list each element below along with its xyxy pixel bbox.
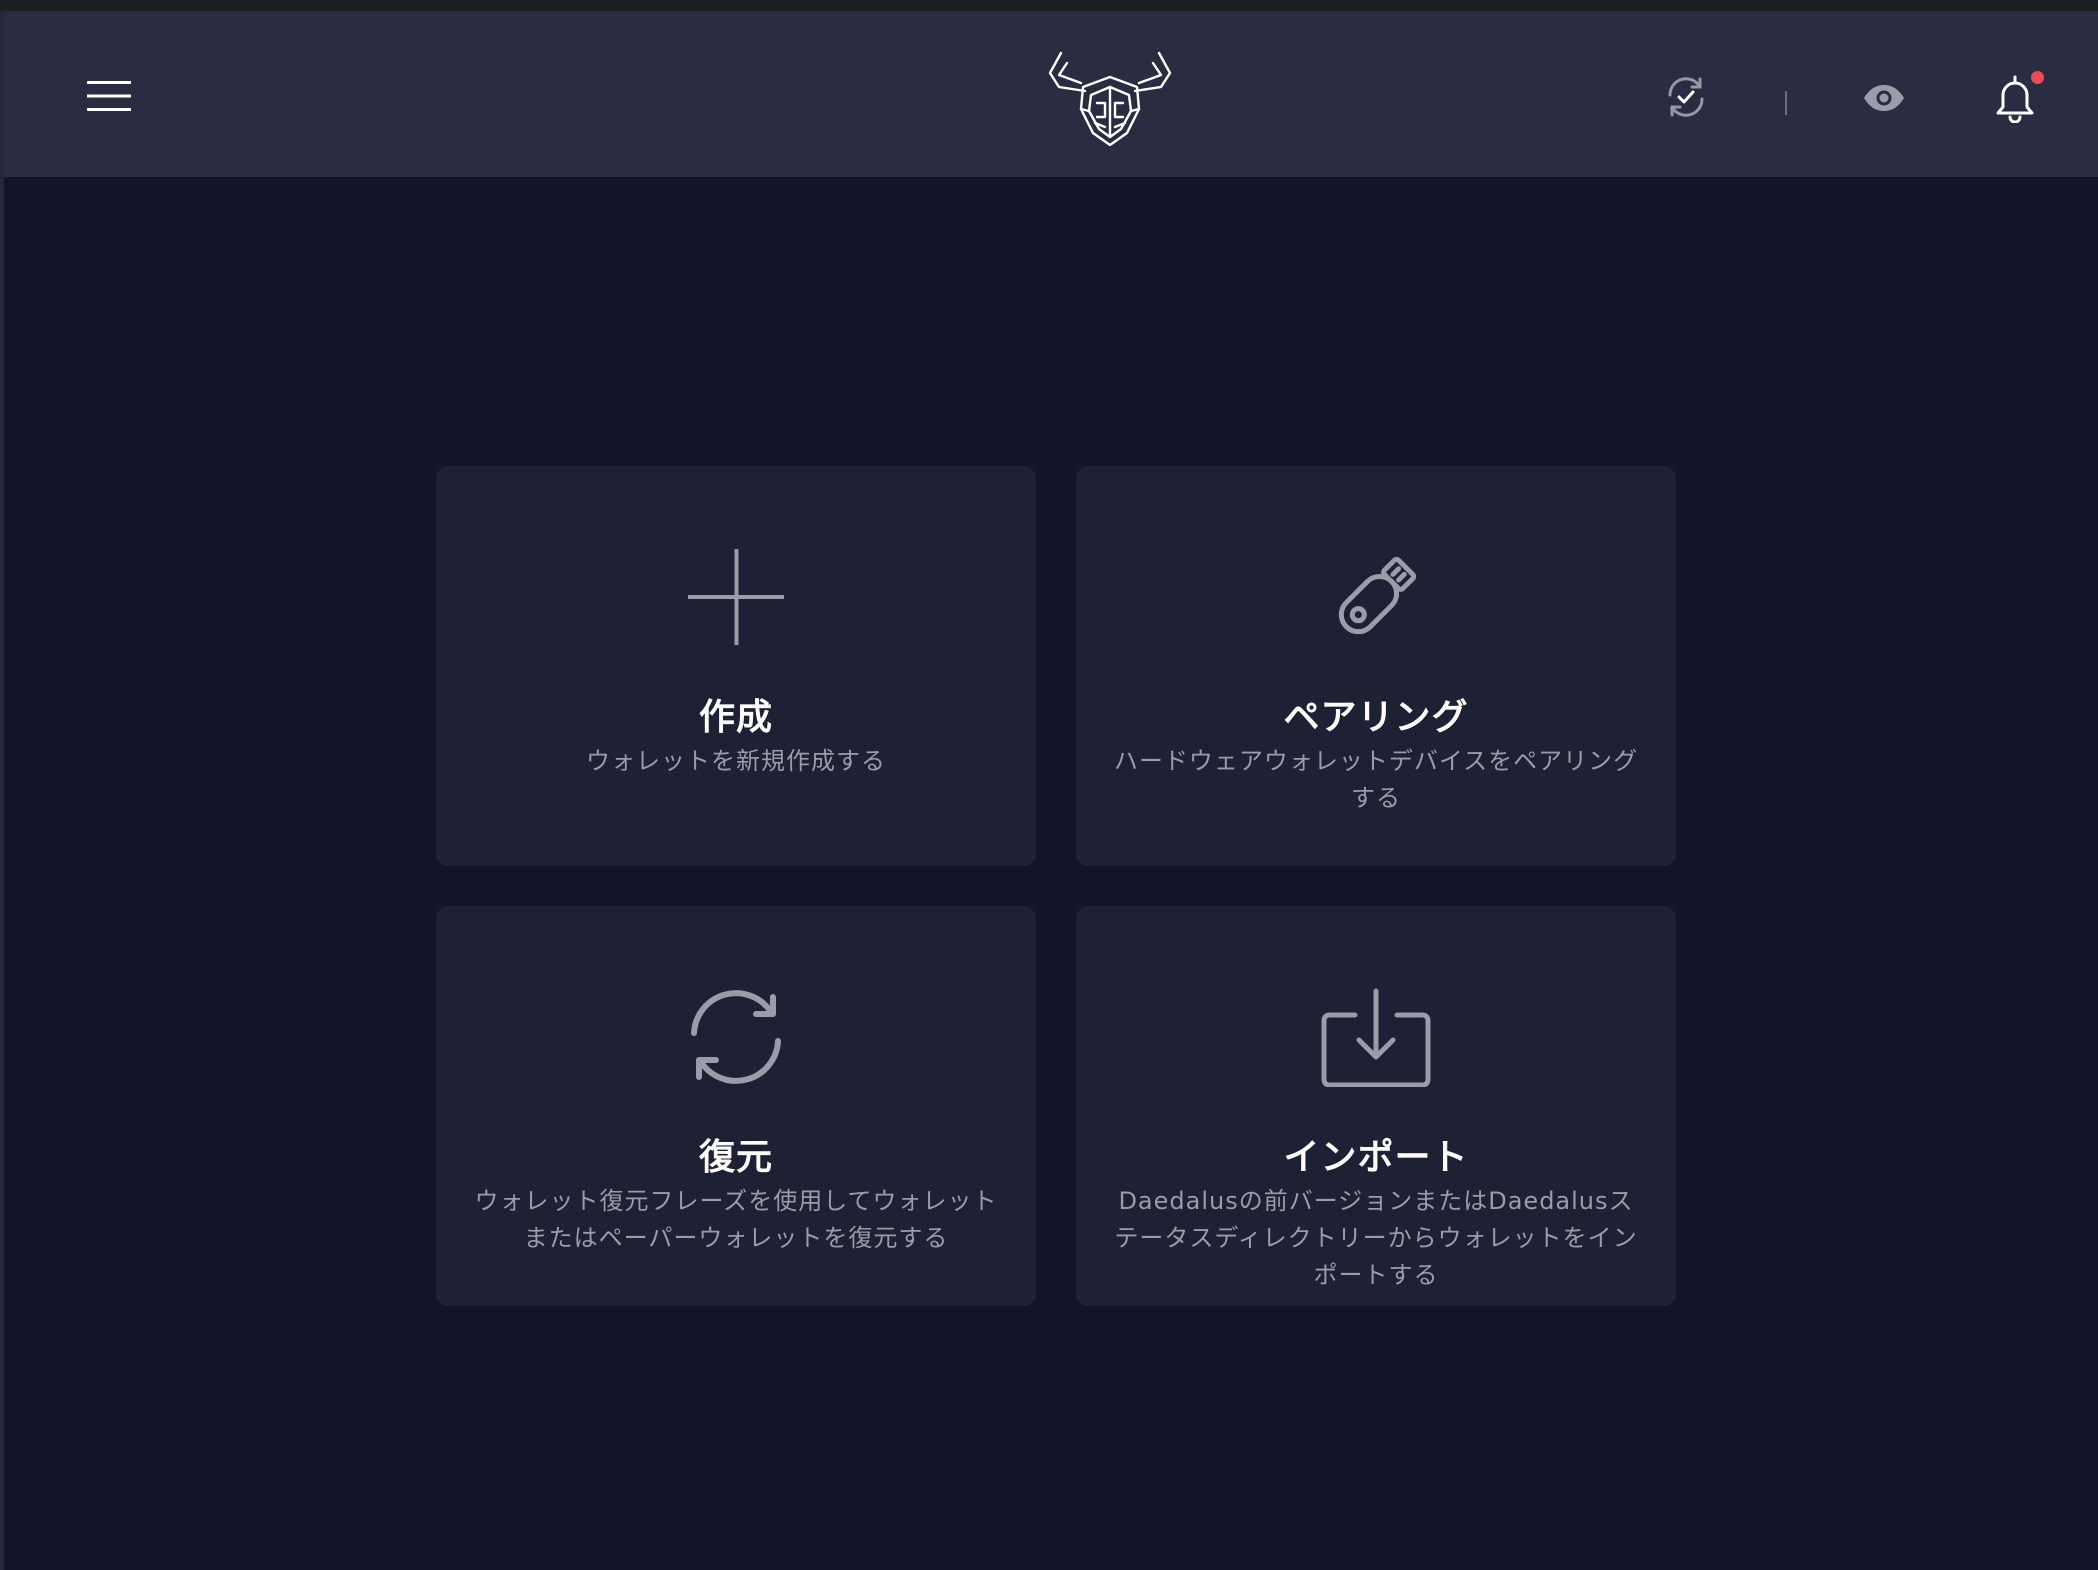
notification-badge — [2031, 71, 2044, 84]
import-wallet-card[interactable]: インポート Daedalusの前バージョンまたはDaedalusステータスディレ… — [1076, 906, 1676, 1306]
import-icon — [1321, 982, 1431, 1092]
card-title: 復元 — [698, 1137, 773, 1178]
card-description: Daedalusの前バージョンまたはDaedalusステータスディレクトリーから… — [1114, 1187, 1638, 1289]
plus-icon — [681, 542, 791, 652]
sync-status-icon[interactable] — [1656, 67, 1716, 127]
card-description: ウォレットを新規作成する — [586, 747, 886, 775]
bell-icon[interactable] — [1980, 65, 2050, 131]
card-title: ペアリング — [1283, 697, 1469, 738]
header-divider — [1785, 91, 1787, 115]
app-window: 作成 ウォレットを新規作成する ペアリング ハードウェアウォレットデバイスをペア… — [0, 0, 2098, 1570]
pair-hardware-wallet-card[interactable]: ペアリング ハードウェアウォレットデバイスをペアリングする — [1076, 466, 1676, 866]
card-title: インポート — [1283, 1137, 1469, 1178]
window-top-strip — [0, 0, 2098, 11]
card-description: ハードウェアウォレットデバイスをペアリングする — [1113, 747, 1639, 812]
eye-icon[interactable] — [1854, 73, 1914, 123]
top-bar — [4, 11, 2098, 177]
card-title: 作成 — [698, 697, 773, 738]
usb-key-icon — [1321, 542, 1431, 652]
daedalus-logo-icon — [1042, 39, 1178, 159]
restore-wallet-card[interactable]: 復元 ウォレット復元フレーズを使用してウォレットまたはペーパーウォレットを復元す… — [436, 906, 1036, 1306]
create-wallet-card[interactable]: 作成 ウォレットを新規作成する — [436, 466, 1036, 866]
hamburger-menu-icon[interactable] — [78, 65, 140, 127]
card-description: ウォレット復元フレーズを使用してウォレットまたはペーパーウォレットを復元する — [474, 1187, 998, 1252]
wallet-add-options: 作成 ウォレットを新規作成する ペアリング ハードウェアウォレットデバイスをペア… — [436, 466, 1676, 1306]
restore-icon — [681, 982, 791, 1092]
window-left-edge — [0, 11, 4, 1570]
